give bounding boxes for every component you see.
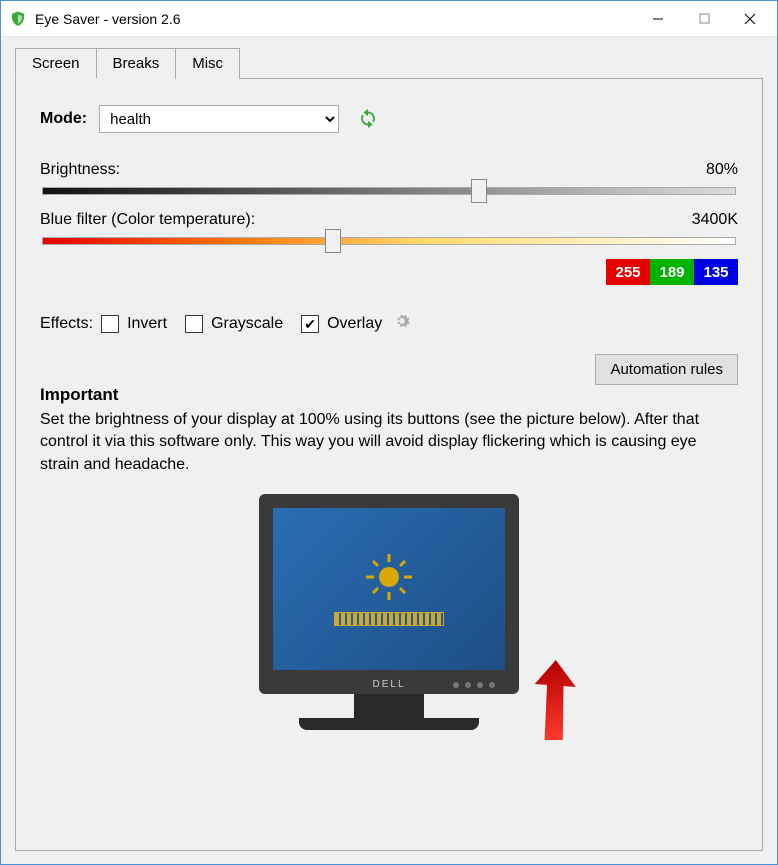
bluefilter-slider[interactable] [42, 237, 736, 247]
effects-label: Effects: [40, 315, 93, 333]
rgb-r-value: 255 [606, 259, 650, 285]
refresh-icon[interactable] [357, 107, 379, 132]
overlay-checkbox[interactable] [301, 315, 319, 333]
window-title: Eye Saver - version 2.6 [35, 11, 635, 27]
tab-breaks[interactable]: Breaks [96, 48, 177, 79]
rgb-b-value: 135 [694, 259, 738, 285]
rgb-g-value: 189 [650, 259, 694, 285]
invert-label: Invert [127, 315, 167, 333]
minimize-button[interactable] [635, 4, 681, 34]
important-body: Set the brightness of your display at 10… [40, 409, 738, 476]
bluefilter-label: Blue filter (Color temperature): [40, 211, 255, 229]
bluefilter-thumb[interactable] [325, 229, 341, 253]
sun-moon-icon [364, 552, 414, 602]
close-button[interactable] [727, 4, 773, 34]
grayscale-label: Grayscale [211, 315, 283, 333]
tab-row: Screen Breaks Misc [15, 48, 763, 79]
important-heading: Important [40, 385, 738, 405]
brightness-value: 80% [706, 161, 738, 179]
arrow-icon [508, 657, 588, 750]
mode-label: Mode: [40, 110, 87, 128]
brightness-label: Brightness: [40, 161, 120, 179]
bluefilter-value: 3400K [692, 211, 738, 229]
tab-screen[interactable]: Screen [15, 48, 97, 79]
mode-select[interactable]: health [99, 105, 339, 133]
app-shield-icon [9, 10, 27, 28]
brightness-slider[interactable] [42, 187, 736, 197]
monitor-logo: DELL [372, 679, 405, 690]
rgb-readout: 255 189 135 [40, 259, 738, 285]
screen-panel: Mode: health Brightness: 80% Blue filter… [15, 78, 763, 851]
titlebar: Eye Saver - version 2.6 [1, 1, 777, 37]
monitor-progress-bar [334, 612, 444, 626]
maximize-button[interactable] [681, 4, 727, 34]
invert-checkbox[interactable] [101, 315, 119, 333]
gear-icon[interactable] [392, 311, 412, 336]
overlay-label: Overlay [327, 315, 382, 333]
monitor-buttons [453, 682, 495, 688]
monitor-illustration: DELL [40, 494, 738, 730]
window-controls [635, 4, 773, 34]
tab-misc[interactable]: Misc [175, 48, 240, 79]
brightness-thumb[interactable] [471, 179, 487, 203]
grayscale-checkbox[interactable] [185, 315, 203, 333]
automation-rules-button[interactable]: Automation rules [595, 354, 738, 385]
